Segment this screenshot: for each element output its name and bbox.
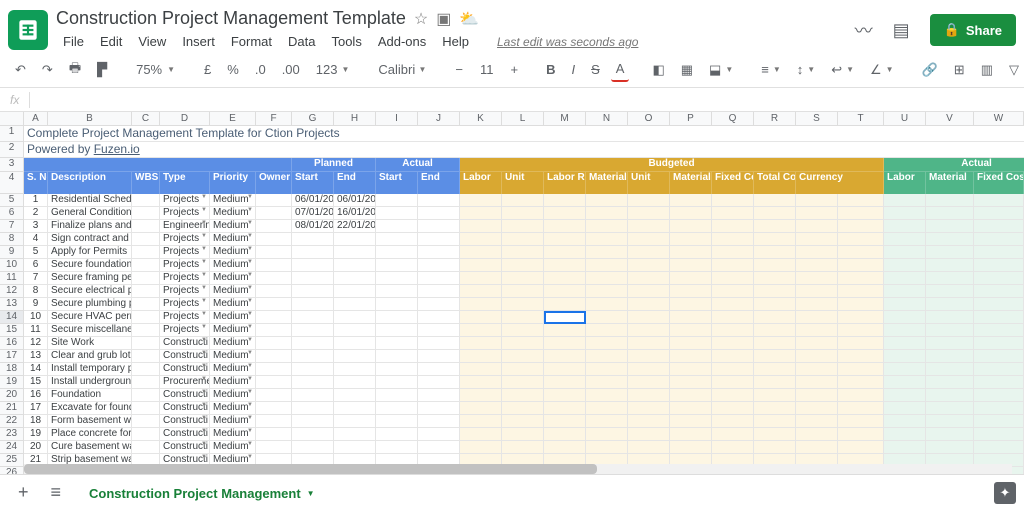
text-color-button[interactable]: A xyxy=(611,57,630,82)
col-header-W[interactable]: W xyxy=(974,112,1024,125)
menu-data[interactable]: Data xyxy=(281,31,322,52)
edit-status[interactable]: Last edit was seconds ago xyxy=(490,32,645,52)
comment-button[interactable]: ⊞ xyxy=(949,58,970,82)
col-header-J[interactable]: J xyxy=(418,112,460,125)
strike-button[interactable]: S xyxy=(586,58,605,81)
all-sheets-button[interactable]: ≡ xyxy=(45,479,68,506)
col-header-N[interactable]: N xyxy=(586,112,628,125)
move-icon[interactable]: ▣ xyxy=(436,9,451,29)
percent-button[interactable]: % xyxy=(222,58,244,81)
redo-button[interactable]: ↷ xyxy=(37,58,58,82)
comment-icon[interactable]: ▤ xyxy=(893,20,910,41)
col-header-B[interactable]: B xyxy=(48,112,132,125)
menu-insert[interactable]: Insert xyxy=(175,31,222,52)
col-header-V[interactable]: V xyxy=(926,112,974,125)
print-button[interactable]: 🖶 xyxy=(64,55,86,85)
valign-button[interactable]: ↕▼ xyxy=(792,58,820,81)
dec-more-button[interactable]: .00 xyxy=(277,58,305,81)
borders-button[interactable]: ▦ xyxy=(676,58,698,82)
col-header-U[interactable]: U xyxy=(884,112,926,125)
add-sheet-button[interactable]: + xyxy=(12,479,35,506)
cloud-icon[interactable]: ⛅ xyxy=(459,9,479,29)
col-header-L[interactable]: L xyxy=(502,112,544,125)
menu-bar: File Edit View Insert Format Data Tools … xyxy=(56,31,847,52)
menu-tools[interactable]: Tools xyxy=(324,31,368,52)
col-header-R[interactable]: R xyxy=(754,112,796,125)
star-icon[interactable]: ☆ xyxy=(414,9,428,29)
menu-file[interactable]: File xyxy=(56,31,91,52)
lock-icon: 🔒 xyxy=(944,22,960,38)
col-header-G[interactable]: G xyxy=(292,112,334,125)
col-header-E[interactable]: E xyxy=(210,112,256,125)
col-header-Q[interactable]: Q xyxy=(712,112,754,125)
doc-title[interactable]: Construction Project Management Template xyxy=(56,8,406,29)
col-header-K[interactable]: K xyxy=(460,112,502,125)
menu-addons[interactable]: Add-ons xyxy=(371,31,433,52)
spreadsheet-grid[interactable]: ABCDEFGHIJKLMNOPQRSTUVWX 1Complete Proje… xyxy=(0,112,1024,474)
col-header-T[interactable]: T xyxy=(838,112,884,125)
sheet-tab[interactable]: Construction Project Management▼ xyxy=(77,479,327,507)
sheets-logo[interactable] xyxy=(8,10,48,50)
menu-help[interactable]: Help xyxy=(435,31,476,52)
col-header-C[interactable]: C xyxy=(132,112,160,125)
col-header-D[interactable]: D xyxy=(160,112,210,125)
font-size-inc[interactable]: + xyxy=(505,58,523,81)
col-header-M[interactable]: M xyxy=(544,112,586,125)
currency-button[interactable]: £ xyxy=(199,58,216,81)
toolbar: ↶ ↷ 🖶 ▛ 75%▼ £ % .0 .00 123▼ Calibri▼ − … xyxy=(0,52,1024,88)
wrap-button[interactable]: ↩▼ xyxy=(826,58,859,82)
number-format-select[interactable]: 123▼ xyxy=(311,58,355,81)
menu-format[interactable]: Format xyxy=(224,31,279,52)
dec-less-button[interactable]: .0 xyxy=(250,58,271,81)
h-scrollbar[interactable] xyxy=(24,464,1012,474)
chart-button[interactable]: ▥ xyxy=(976,58,998,82)
col-header-P[interactable]: P xyxy=(670,112,712,125)
undo-button[interactable]: ↶ xyxy=(10,58,31,82)
fill-color-button[interactable]: ◧ xyxy=(647,58,669,82)
col-header-H[interactable]: H xyxy=(334,112,376,125)
bold-button[interactable]: B xyxy=(541,58,560,81)
col-header-S[interactable]: S xyxy=(796,112,838,125)
halign-button[interactable]: ≡▼ xyxy=(756,58,786,81)
col-header-F[interactable]: F xyxy=(256,112,292,125)
explore-button[interactable]: ✦ xyxy=(994,482,1016,504)
menu-edit[interactable]: Edit xyxy=(93,31,129,52)
italic-button[interactable]: I xyxy=(566,58,580,81)
merge-button[interactable]: ⬓▼ xyxy=(704,58,738,82)
filter-button[interactable]: ▽▼ xyxy=(1004,58,1024,82)
font-size-dec[interactable]: − xyxy=(450,58,468,81)
col-header-I[interactable]: I xyxy=(376,112,418,125)
col-header-A[interactable]: A xyxy=(24,112,48,125)
font-size-input[interactable]: 11 xyxy=(474,59,500,80)
chevron-down-icon: ▼ xyxy=(307,489,315,498)
zoom-select[interactable]: 75%▼ xyxy=(130,59,181,80)
menu-view[interactable]: View xyxy=(131,31,173,52)
font-select[interactable]: Calibri▼ xyxy=(372,59,432,80)
activity-icon[interactable]: 〰 xyxy=(855,17,873,43)
share-button[interactable]: 🔒Share xyxy=(930,14,1016,46)
paint-format-button[interactable]: ▛ xyxy=(92,58,112,82)
col-header-O[interactable]: O xyxy=(628,112,670,125)
fx-label: fx xyxy=(10,93,19,107)
link-button[interactable]: 🔗 xyxy=(917,58,943,82)
rotate-button[interactable]: ∠▼ xyxy=(865,58,899,82)
